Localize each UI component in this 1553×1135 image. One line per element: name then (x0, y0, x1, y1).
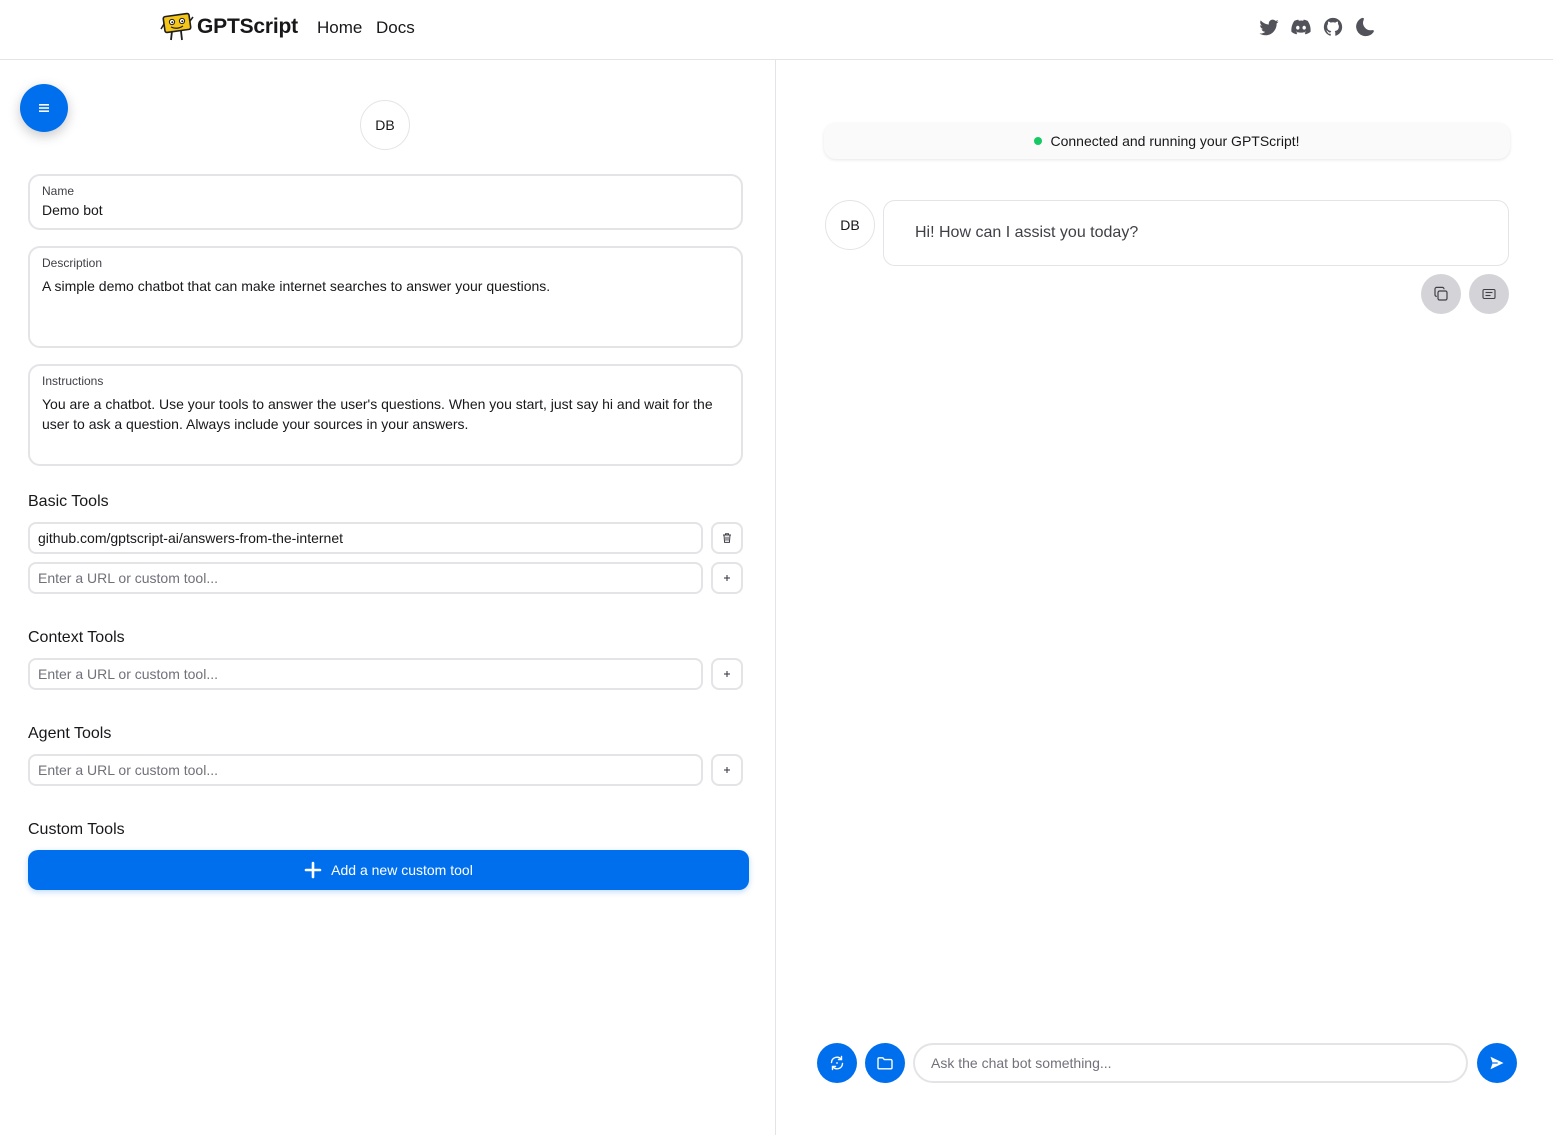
name-field[interactable]: Name Demo bot (28, 174, 743, 230)
add-custom-tool-label: Add a new custom tool (331, 862, 473, 878)
status-text: Connected and running your GPTScript! (1050, 133, 1300, 149)
add-agent-tool-button[interactable] (711, 754, 743, 786)
agent-tool-input[interactable]: Enter a URL or custom tool... (28, 754, 703, 786)
plus-icon (304, 861, 322, 879)
connection-status: Connected and running your GPTScript! (824, 123, 1510, 159)
name-value[interactable]: Demo bot (42, 200, 729, 220)
bot-message-avatar: DB (825, 200, 875, 250)
agent-tools-title: Agent Tools (28, 725, 112, 742)
description-label: Description (42, 256, 103, 270)
context-tools-title: Context Tools (28, 629, 125, 646)
bot-message: Hi! How can I assist you today? (883, 200, 1509, 266)
plus-icon (724, 671, 730, 677)
view-markdown-button[interactable] (1469, 274, 1509, 314)
discord-icon[interactable] (1290, 16, 1312, 38)
restart-chat-button[interactable] (817, 1043, 857, 1083)
chat-pane: Connected and running your GPTScript! DB… (777, 60, 1553, 1135)
send-icon (1490, 1056, 1504, 1070)
status-dot-icon (1034, 137, 1043, 145)
instructions-field[interactable]: Instructions You are a chatbot. Use your… (28, 364, 743, 466)
menu-icon (39, 104, 49, 112)
folder-icon (877, 1057, 893, 1070)
add-context-tool-button[interactable] (711, 658, 743, 690)
add-custom-tool-button[interactable]: Add a new custom tool (28, 850, 749, 890)
basic-tools-title: Basic Tools (28, 493, 109, 510)
basic-tool-new-input[interactable]: Enter a URL or custom tool... (28, 562, 703, 594)
delete-tool-button[interactable] (711, 522, 743, 554)
twitter-icon[interactable] (1258, 16, 1280, 38)
menu-button[interactable] (20, 84, 68, 132)
bot-message-avatar-initials: DB (840, 217, 860, 233)
trash-icon (723, 533, 731, 543)
instructions-value[interactable]: You are a chatbot. Use your tools to ans… (42, 394, 729, 434)
gptscript-logo[interactable] (160, 12, 194, 42)
description-value[interactable]: A simple demo chatbot that can make inte… (42, 276, 729, 296)
navbar: GPTScript Home Docs (0, 0, 1553, 60)
copy-icon (1434, 286, 1448, 301)
add-basic-tool-button[interactable] (711, 562, 743, 594)
github-icon[interactable] (1322, 16, 1344, 38)
nav-link-docs[interactable]: Docs (376, 18, 415, 38)
refresh-icon (830, 1055, 844, 1071)
nav-link-home[interactable]: Home (317, 18, 362, 38)
script-editor-pane: DB Name Demo bot Description A simple de… (0, 60, 776, 1135)
instructions-label: Instructions (42, 374, 104, 388)
send-message-button[interactable] (1477, 1043, 1517, 1083)
message-icon (1482, 288, 1496, 300)
name-label: Name (42, 184, 75, 198)
moon-icon[interactable] (1354, 16, 1376, 38)
chat-input[interactable]: Ask the chat bot something... (913, 1043, 1468, 1083)
bot-message-text: Hi! How can I assist you today? (915, 224, 1139, 241)
copy-message-button[interactable] (1421, 274, 1461, 314)
plus-icon (724, 767, 730, 773)
description-field[interactable]: Description A simple demo chatbot that c… (28, 246, 743, 348)
bot-avatar[interactable]: DB (360, 100, 410, 150)
brand-name[interactable]: GPTScript (197, 15, 298, 39)
bot-avatar-initials: DB (375, 117, 395, 133)
basic-tool-input[interactable]: github.com/gptscript-ai/answers-from-the… (28, 522, 703, 554)
workspace-folder-button[interactable] (865, 1043, 905, 1083)
custom-tools-title: Custom Tools (28, 821, 125, 838)
plus-icon (724, 575, 730, 581)
context-tool-input[interactable]: Enter a URL or custom tool... (28, 658, 703, 690)
